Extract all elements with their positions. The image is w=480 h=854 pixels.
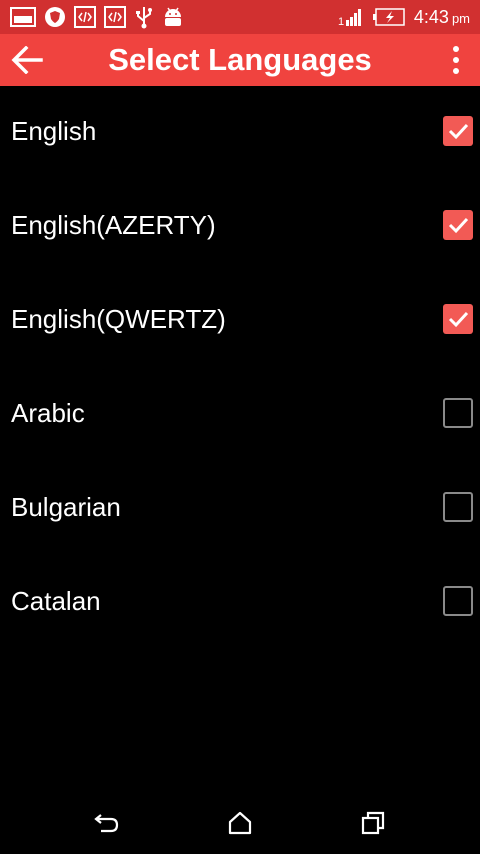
shield-icon [45, 7, 65, 27]
language-checkbox[interactable] [443, 398, 473, 428]
clock: 4:43 pm [414, 7, 470, 28]
language-label: English [11, 116, 97, 146]
language-checkbox[interactable] [443, 492, 473, 522]
language-label: Bulgarian [11, 492, 121, 522]
nav-home-icon [228, 811, 252, 835]
language-checkbox[interactable] [443, 304, 473, 334]
language-label: Arabic [11, 398, 85, 428]
language-label: English(QWERTZ) [11, 304, 226, 334]
list-item[interactable]: Catalan [0, 556, 480, 616]
nav-home-button[interactable] [220, 806, 260, 840]
list-item[interactable]: Bulgarian [0, 462, 480, 556]
more-vert-icon [453, 46, 459, 52]
list-item[interactable]: English [0, 86, 480, 180]
code-icon [104, 6, 126, 28]
overflow-menu-button[interactable] [444, 40, 468, 80]
language-label: Catalan [11, 586, 101, 616]
android-icon [165, 7, 181, 26]
nav-back-icon [94, 814, 119, 833]
svg-text:1: 1 [338, 16, 344, 27]
usb-icon [136, 7, 152, 29]
signal-icon: 1 [338, 9, 361, 27]
back-button[interactable] [0, 34, 54, 86]
language-checkbox[interactable] [443, 586, 473, 616]
code-icon [74, 6, 96, 28]
app-bar: Select Languages [0, 34, 480, 86]
language-checkbox[interactable] [443, 210, 473, 240]
list-item[interactable]: English(AZERTY) [0, 180, 480, 274]
more-vert-dot [453, 57, 459, 63]
language-list: English English(AZERTY) English(QWERTZ) … [0, 86, 480, 616]
nav-recents-button[interactable] [353, 806, 393, 840]
gallery-icon [10, 7, 36, 27]
checkmark-icon [448, 311, 469, 328]
arrow-back-icon [11, 46, 43, 74]
system-nav-bar [0, 792, 480, 854]
notification-icons [0, 5, 184, 29]
more-vert-dot [453, 68, 459, 74]
nav-recents-icon [361, 811, 385, 835]
checkmark-icon [448, 123, 469, 140]
list-item[interactable]: Arabic [0, 368, 480, 462]
checkmark-icon [448, 217, 469, 234]
language-checkbox[interactable] [443, 116, 473, 146]
clock-time: 4:43 [413, 6, 449, 27]
language-label: English(AZERTY) [11, 210, 216, 240]
nav-back-button[interactable] [87, 806, 127, 840]
status-bar: 1 4:43 pm [0, 0, 480, 34]
battery-charging-icon [372, 8, 405, 26]
clock-ampm: pm [451, 10, 470, 26]
list-item[interactable]: English(QWERTZ) [0, 274, 480, 368]
page-title: Select Languages [108, 42, 372, 77]
